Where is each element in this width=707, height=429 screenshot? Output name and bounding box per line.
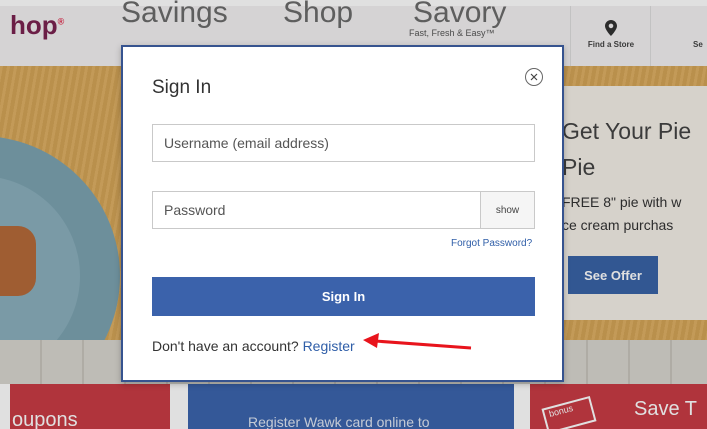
dialog-title: Sign In: [152, 77, 212, 98]
no-account-text: Don't have an account?: [152, 338, 299, 354]
red-arrow-icon: [363, 333, 472, 350]
register-link[interactable]: Register: [303, 338, 355, 354]
sign-in-dialog: Sign In show Forgot Password? Sign In Do…: [121, 45, 564, 382]
show-password-button[interactable]: show: [480, 192, 534, 228]
password-field[interactable]: show: [152, 191, 535, 229]
close-button[interactable]: [525, 68, 543, 86]
forgot-password-link[interactable]: Forgot Password?: [451, 238, 532, 249]
sign-in-button[interactable]: Sign In: [152, 277, 535, 316]
register-prompt: Don't have an account? Register: [152, 338, 355, 354]
close-icon: [530, 73, 538, 81]
username-input[interactable]: [153, 125, 464, 161]
password-input[interactable]: [153, 192, 464, 228]
username-field[interactable]: [152, 124, 535, 162]
